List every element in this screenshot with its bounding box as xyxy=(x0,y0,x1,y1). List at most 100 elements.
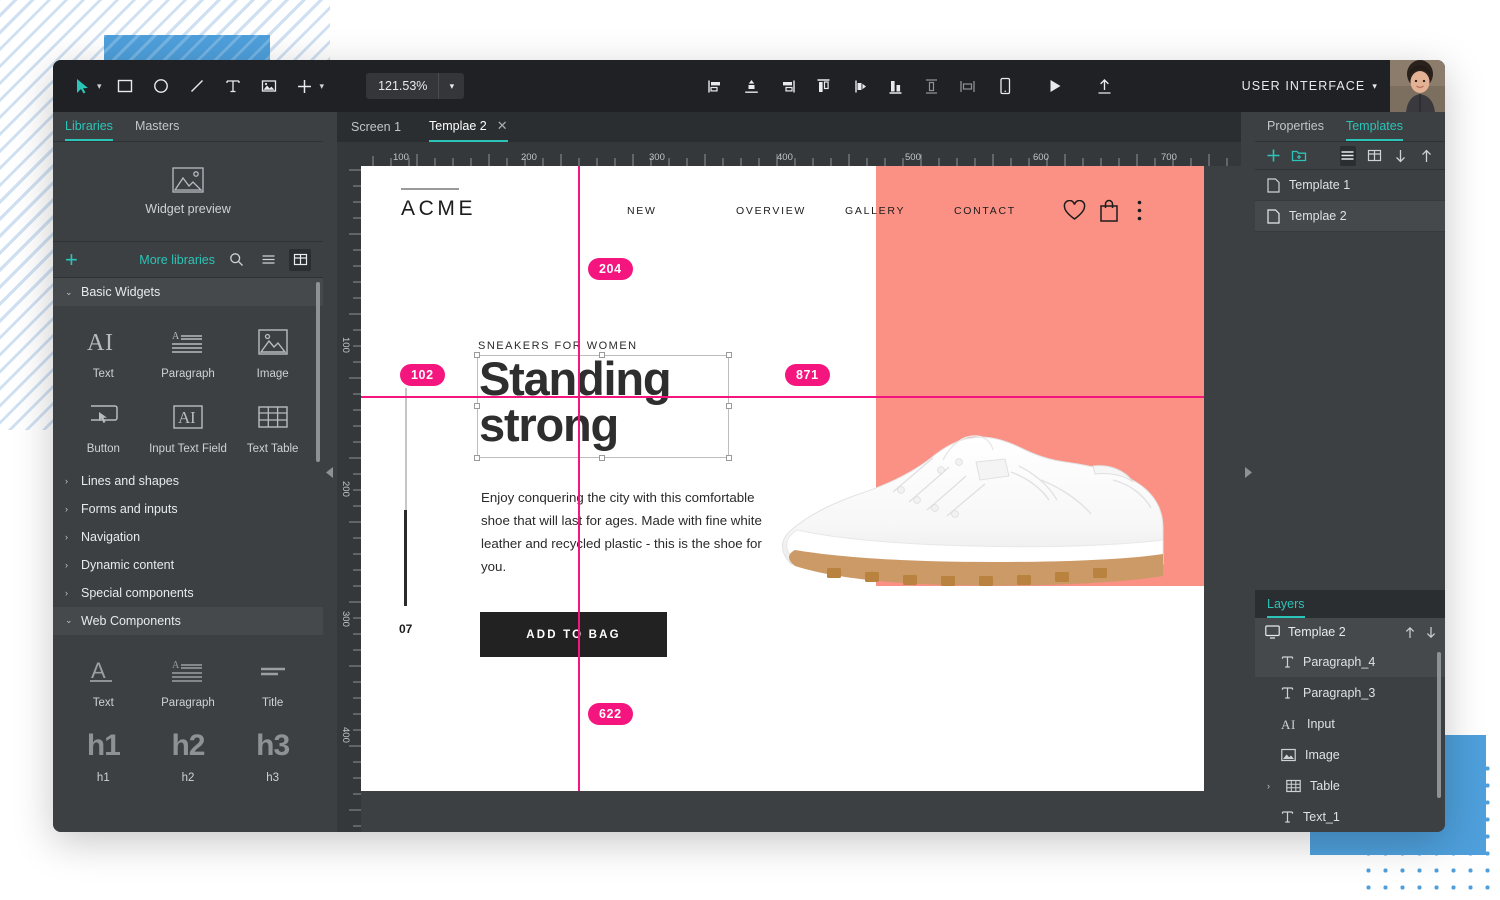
layers-list[interactable]: Paragraph_4 Paragraph_3 AI Input Image › xyxy=(1255,646,1445,832)
distribute-top-icon[interactable] xyxy=(810,73,836,99)
close-icon[interactable]: ✕ xyxy=(497,118,508,134)
publish-upload-icon[interactable] xyxy=(1088,69,1122,103)
align-center-horizontal-icon[interactable] xyxy=(738,73,764,99)
widget-button[interactable]: Button xyxy=(61,393,146,462)
user-interface-menu[interactable]: USER INTERFACE ▾ xyxy=(1242,79,1378,93)
tab-screen-1[interactable]: Screen 1 xyxy=(351,120,401,142)
design-artboard[interactable]: ACME NEW OVERVIEW GALLERY CONTACT SNEAKE… xyxy=(361,166,1204,791)
align-vertical-center-icon[interactable] xyxy=(918,73,944,99)
section-dynamic-content[interactable]: › Dynamic content xyxy=(53,551,323,579)
section-navigation[interactable]: › Navigation xyxy=(53,523,323,551)
pointer-tool-icon[interactable] xyxy=(65,69,99,103)
svg-text:I: I xyxy=(1291,717,1295,731)
document-icon xyxy=(1267,208,1280,224)
template-row-2[interactable]: Templae 2 xyxy=(1255,201,1445,232)
layer-row-table[interactable]: › Table xyxy=(1255,770,1445,801)
move-layer-down-icon[interactable] xyxy=(1425,626,1437,639)
widget-sections-scroll[interactable]: ⌄ Basic Widgets AI Text A Paragraph Imag… xyxy=(53,278,323,832)
add-to-bag-button[interactable]: ADD TO BAG xyxy=(480,612,667,657)
search-icon[interactable] xyxy=(225,249,247,271)
section-forms-and-inputs[interactable]: › Forms and inputs xyxy=(53,495,323,523)
headline-text[interactable]: Standing strong xyxy=(479,355,727,456)
tab-templae-2[interactable]: Templae 2 ✕ xyxy=(429,118,508,142)
more-vertical-icon[interactable] xyxy=(1137,200,1142,221)
nav-item-overview[interactable]: OVERVIEW xyxy=(736,205,845,217)
section-basic-widgets[interactable]: ⌄ Basic Widgets xyxy=(53,278,323,306)
move-layer-up-icon[interactable] xyxy=(1404,626,1416,639)
nav-item-contact[interactable]: CONTACT xyxy=(954,205,1063,217)
widget-text-table[interactable]: Text Table xyxy=(230,393,315,462)
tab-libraries[interactable]: Libraries xyxy=(65,119,113,141)
section-special-components[interactable]: › Special components xyxy=(53,579,323,607)
sneaker-product-image[interactable] xyxy=(773,414,1173,609)
rectangle-tool-icon[interactable] xyxy=(108,69,142,103)
web-widget-h3[interactable]: h3 h3 xyxy=(230,722,315,791)
collapse-right-panel-handle[interactable] xyxy=(1241,112,1255,832)
layer-row-paragraph-4[interactable]: Paragraph_4 xyxy=(1255,646,1445,677)
widget-preview-label: Widget preview xyxy=(145,202,231,216)
image-tool-icon[interactable] xyxy=(252,69,286,103)
widget-paragraph[interactable]: A Paragraph xyxy=(146,318,231,387)
add-library-icon[interactable]: + xyxy=(65,248,78,271)
move-up-icon[interactable] xyxy=(1419,146,1435,166)
play-preview-icon[interactable] xyxy=(1038,69,1072,103)
shopping-bag-icon[interactable] xyxy=(1099,199,1137,222)
heart-icon[interactable] xyxy=(1063,200,1099,221)
web-widget-title[interactable]: Title xyxy=(230,647,315,716)
layer-row-paragraph-3[interactable]: Paragraph_3 xyxy=(1255,677,1445,708)
move-down-icon[interactable] xyxy=(1392,146,1408,166)
toolbar-right-group: USER INTERFACE ▾ xyxy=(988,60,1445,112)
nav-item-new[interactable]: NEW xyxy=(627,205,736,217)
list-view-icon[interactable] xyxy=(257,249,279,271)
layer-row-image[interactable]: Image xyxy=(1255,739,1445,770)
canvas-column: Screen 1 Templae 2 ✕ 100 200 300 400 100… xyxy=(337,112,1241,832)
text-tool-icon[interactable] xyxy=(216,69,250,103)
web-widget-paragraph[interactable]: A Paragraph xyxy=(146,647,231,716)
distribute-middle-icon[interactable] xyxy=(846,73,872,99)
pointer-tool-dropdown-icon[interactable]: ▾ xyxy=(97,81,102,92)
layer-row-text-1[interactable]: Text_1 xyxy=(1255,801,1445,832)
collapse-left-panel-handle[interactable] xyxy=(323,112,337,832)
align-right-icon[interactable] xyxy=(774,73,800,99)
layers-scrollbar[interactable] xyxy=(1437,652,1441,798)
line-tool-icon[interactable] xyxy=(180,69,214,103)
layers-root-row[interactable]: Templae 2 xyxy=(1255,618,1445,646)
web-widget-h2[interactable]: h2 h2 xyxy=(146,722,231,791)
user-avatar[interactable] xyxy=(1390,60,1445,112)
library-scrollbar[interactable] xyxy=(316,282,320,462)
section-lines-and-shapes[interactable]: › Lines and shapes xyxy=(53,467,323,495)
grid-view-icon[interactable] xyxy=(1366,146,1382,166)
basic-widgets-grid: AI Text A Paragraph Image Button A I Inp… xyxy=(53,306,323,467)
add-tool-dropdown-icon[interactable]: ▾ xyxy=(320,81,325,92)
more-libraries-link[interactable]: More libraries xyxy=(139,253,215,267)
distribute-horizontal-icon[interactable] xyxy=(954,73,980,99)
body-paragraph[interactable]: Enjoy conquering the city with this comf… xyxy=(481,487,771,578)
section-web-components[interactable]: ⌄ Web Components xyxy=(53,606,323,635)
add-tool-icon[interactable] xyxy=(288,69,322,103)
ellipse-tool-icon[interactable] xyxy=(144,69,178,103)
add-folder-icon[interactable] xyxy=(1291,146,1307,166)
tab-layers[interactable]: Layers xyxy=(1267,597,1305,618)
template-row-1[interactable]: Template 1 xyxy=(1255,170,1445,201)
mobile-preview-icon[interactable] xyxy=(988,69,1022,103)
widget-image[interactable]: Image xyxy=(230,318,315,387)
zoom-dropdown-icon[interactable]: ▾ xyxy=(438,73,464,99)
layer-row-input[interactable]: AI Input xyxy=(1255,708,1445,739)
align-left-icon[interactable] xyxy=(702,73,728,99)
nav-item-gallery[interactable]: GALLERY xyxy=(845,205,954,217)
web-widget-h1[interactable]: h1 h1 xyxy=(61,722,146,791)
widget-input-text-field[interactable]: AI Input Text Field xyxy=(146,393,231,462)
tab-masters[interactable]: Masters xyxy=(135,119,179,141)
zoom-control[interactable]: 121.53% ▾ xyxy=(366,73,465,99)
tab-properties[interactable]: Properties xyxy=(1267,119,1324,141)
widget-text[interactable]: AI Text xyxy=(61,318,146,387)
web-widget-text[interactable]: A Text xyxy=(61,647,146,716)
add-template-icon[interactable] xyxy=(1265,146,1281,166)
canvas-viewport[interactable]: ACME NEW OVERVIEW GALLERY CONTACT SNEAKE… xyxy=(361,166,1241,832)
grid-view-icon[interactable] xyxy=(289,248,311,271)
align-bottom-icon[interactable] xyxy=(882,73,908,99)
list-view-icon[interactable] xyxy=(1339,145,1356,166)
guide-horizontal xyxy=(361,396,1204,398)
tab-templates[interactable]: Templates xyxy=(1345,119,1403,141)
expand-icon[interactable]: › xyxy=(1267,781,1277,791)
